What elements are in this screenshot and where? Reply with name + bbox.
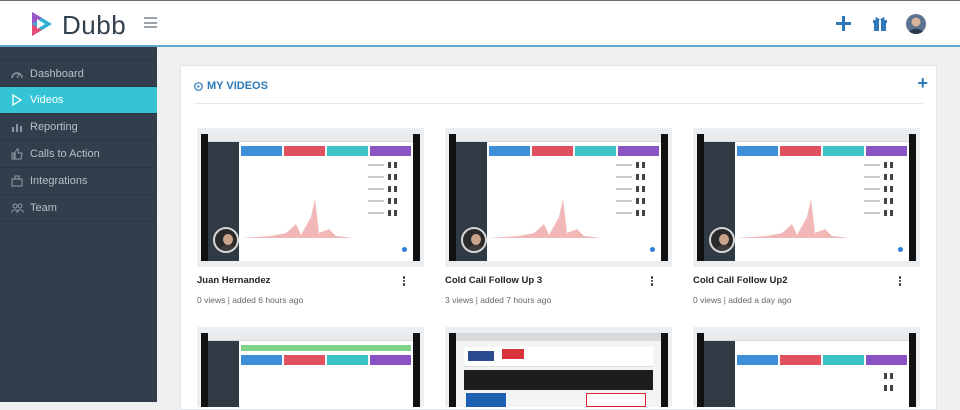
add-video-button[interactable]: + [917, 74, 928, 92]
sidebar-item-label: Reporting [30, 121, 78, 133]
video-title[interactable]: Juan Hernandez [197, 275, 424, 286]
video-title[interactable]: Cold Call Follow Up 3 [445, 275, 672, 286]
webcam-overlay [461, 227, 487, 253]
sidebar-item-label: Dashboard [30, 67, 84, 80]
video-thumbnail[interactable] [693, 128, 920, 267]
video-title[interactable]: Cold Call Follow Up2 [693, 275, 920, 286]
video-thumbnail[interactable] [445, 128, 672, 267]
video-meta: 3 views | added 7 hours ago [445, 295, 552, 305]
top-bar: Dubb [0, 0, 960, 47]
dubb-logo-icon[interactable] [30, 10, 54, 38]
dashboard-icon [10, 67, 24, 81]
more-options-icon[interactable] [898, 276, 902, 288]
video-thumbnail[interactable] [693, 327, 920, 407]
video-card[interactable] [693, 327, 920, 407]
main-content: MY VIDEOS + Juan Hernandez 0 views | add… [157, 47, 960, 410]
add-icon[interactable] [836, 16, 851, 31]
webcam-overlay [709, 227, 735, 253]
play-circle-icon [194, 81, 203, 91]
video-meta: 0 views | added a day ago [693, 295, 792, 305]
bar-chart-icon [10, 120, 24, 134]
play-icon [10, 93, 24, 107]
menu-toggle-icon[interactable] [144, 17, 157, 28]
sidebar-item-label: Videos [30, 94, 64, 106]
page-title-text: MY VIDEOS [207, 80, 268, 92]
integrations-icon [10, 174, 24, 188]
sidebar-item-label: Integrations [30, 175, 88, 187]
sidebar-item-integrations[interactable]: Integrations [0, 168, 157, 195]
thumbs-up-icon [10, 147, 24, 161]
video-card[interactable]: Cold Call Follow Up 3 3 views | added 7 … [445, 128, 672, 305]
user-avatar[interactable] [906, 14, 926, 34]
sidebar-item-label: Team [30, 202, 57, 214]
panel-header: MY VIDEOS + [194, 74, 928, 104]
video-thumbnail[interactable] [445, 327, 672, 407]
video-card[interactable]: Juan Hernandez 0 views | added 6 hours a… [197, 128, 424, 305]
video-card[interactable] [445, 327, 672, 407]
sidebar-item-calls-to-action[interactable]: Calls to Action [0, 141, 157, 168]
video-card[interactable] [197, 327, 424, 407]
sidebar: Dashboard Videos Reporting Calls to Acti… [0, 47, 157, 402]
sidebar-item-reporting[interactable]: Reporting [0, 114, 157, 141]
sidebar-item-label: Calls to Action [30, 148, 100, 160]
more-options-icon[interactable] [650, 276, 654, 288]
video-meta: 0 views | added 6 hours ago [197, 295, 304, 305]
sidebar-item-team[interactable]: Team [0, 195, 157, 222]
gift-icon[interactable] [872, 16, 888, 31]
team-icon [10, 201, 24, 215]
video-card[interactable]: Cold Call Follow Up2 0 views | added a d… [693, 128, 920, 305]
webcam-overlay [213, 227, 239, 253]
video-thumbnail[interactable] [197, 128, 424, 267]
more-options-icon[interactable] [402, 276, 406, 288]
page-title: MY VIDEOS [194, 80, 268, 92]
sidebar-item-videos[interactable]: Videos [0, 87, 157, 114]
videos-panel: MY VIDEOS + Juan Hernandez 0 views | add… [180, 65, 937, 410]
brand-name[interactable]: Dubb [62, 10, 126, 41]
sidebar-item-dashboard[interactable]: Dashboard [0, 60, 157, 87]
video-thumbnail[interactable] [197, 327, 424, 407]
